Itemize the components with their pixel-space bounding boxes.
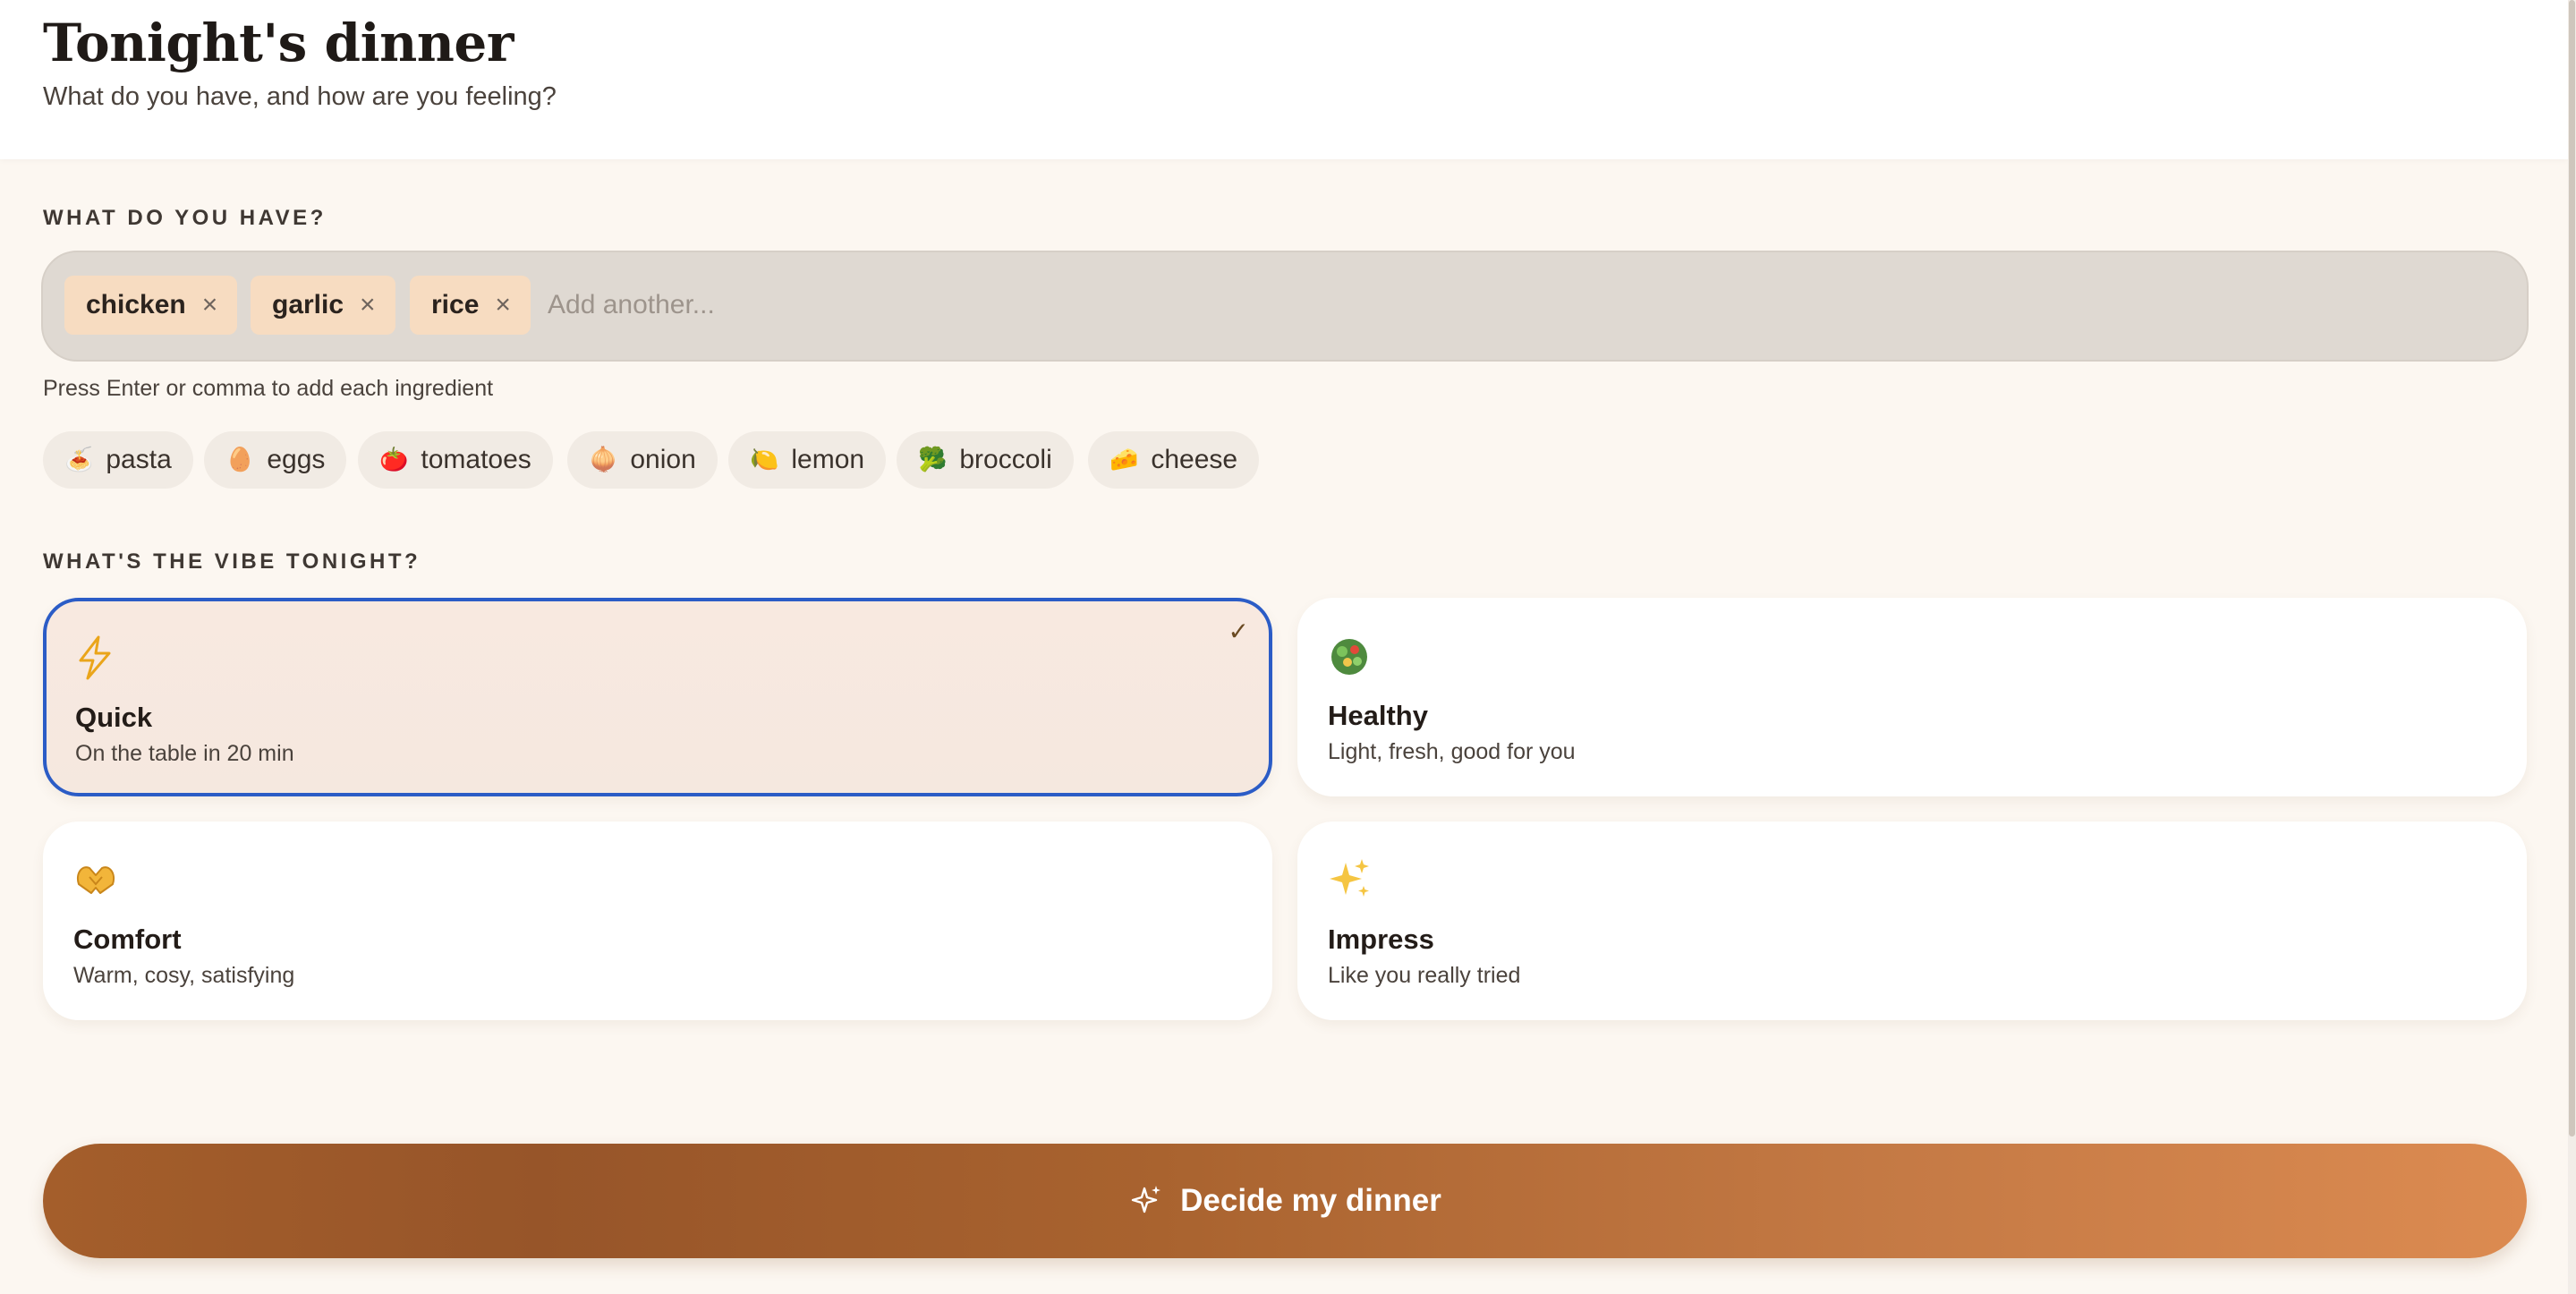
suggestion-label: broccoli — [959, 445, 1052, 474]
suggestion-chip-cheese[interactable]: 🧀 cheese — [1088, 431, 1260, 489]
dinner-app: Tonight's dinner What do you have, and h… — [0, 0, 2576, 1294]
egg-icon: 🥚 — [225, 447, 255, 473]
sparkles-icon — [1328, 857, 1373, 902]
decide-dinner-button[interactable]: Decide my dinner — [43, 1144, 2527, 1258]
onion-icon: 🧅 — [589, 447, 618, 473]
suggestion-chip-tomatoes[interactable]: 🍅 tomatoes — [358, 431, 553, 489]
vibe-title: Comfort — [73, 924, 182, 955]
vibe-card-comfort[interactable]: Comfort Warm, cosy, satisfying — [43, 822, 1272, 1020]
vibe-description: Warm, cosy, satisfying — [73, 963, 295, 988]
vibe-title: Impress — [1328, 924, 1434, 955]
ingredient-tag-rice: rice × — [410, 276, 531, 335]
suggestion-chip-lemon[interactable]: 🍋 lemon — [728, 431, 887, 489]
suggestion-chip-eggs[interactable]: 🥚 eggs — [204, 431, 347, 489]
remove-tag-close-icon[interactable]: × — [360, 292, 376, 319]
broccoli-icon: 🥦 — [918, 447, 948, 473]
vibe-description: Light, fresh, good for you — [1328, 739, 1576, 764]
ingredient-tag-chicken: chicken × — [64, 276, 238, 335]
vibe-card-impress[interactable]: Impress Like you really tried — [1297, 822, 2527, 1020]
remove-tag-close-icon[interactable]: × — [202, 292, 218, 319]
ingredient-hint: Press Enter or comma to add each ingredi… — [43, 376, 494, 401]
page-subtitle: What do you have, and how are you feelin… — [43, 82, 557, 111]
page-scrollbar[interactable] — [2568, 0, 2576, 1294]
suggestion-chip-broccoli[interactable]: 🥦 broccoli — [897, 431, 1074, 489]
cheese-icon: 🧀 — [1109, 447, 1139, 473]
vibe-card-healthy[interactable]: Healthy Light, fresh, good for you — [1297, 598, 2527, 796]
ingredient-tag-label: garlic — [272, 290, 344, 319]
ingredient-tag-label: chicken — [86, 290, 186, 319]
lightning-icon — [75, 635, 120, 680]
tomato-icon: 🍅 — [379, 447, 409, 473]
vibe-title: Healthy — [1328, 700, 1428, 731]
ingredient-input-box[interactable]: chicken × garlic × rice × — [41, 251, 2529, 362]
suggestion-chip-onion[interactable]: 🧅 onion — [567, 431, 718, 489]
scrollbar-thumb[interactable] — [2569, 0, 2575, 1137]
lemon-icon: 🍋 — [750, 447, 779, 473]
suggestion-chip-pasta[interactable]: 🍝 pasta — [43, 431, 193, 489]
checkmark-icon: ✓ — [1228, 617, 1249, 645]
suggestion-label: eggs — [267, 445, 326, 474]
sparkle-icon — [1131, 1186, 1161, 1213]
decide-button-label: Decide my dinner — [1180, 1183, 1441, 1218]
vibe-description: On the table in 20 min — [75, 741, 294, 766]
suggestion-label: tomatoes — [421, 445, 531, 474]
suggestion-label: lemon — [791, 445, 865, 474]
vibe-section-label: WHAT'S THE VIBE TONIGHT? — [43, 549, 421, 574]
ingredient-tag-garlic: garlic × — [251, 276, 395, 335]
vibe-title: Quick — [75, 702, 153, 733]
vibe-description: Like you really tried — [1328, 963, 1521, 988]
page-title: Tonight's dinner — [43, 13, 514, 73]
page-header: Tonight's dinner What do you have, and h… — [0, 0, 2568, 159]
suggestion-label: pasta — [106, 445, 172, 474]
vibe-card-quick[interactable]: Quick On the table in 20 min ✓ — [43, 598, 1272, 796]
remove-tag-close-icon[interactable]: × — [495, 292, 511, 319]
suggestion-label: onion — [630, 445, 696, 474]
heart-hands-icon — [73, 857, 118, 902]
add-ingredient-input[interactable] — [548, 276, 1621, 335]
suggestion-label: cheese — [1151, 445, 1238, 474]
ingredients-section-label: WHAT DO YOU HAVE? — [43, 206, 327, 230]
pasta-icon: 🍝 — [64, 447, 94, 473]
salad-icon — [1328, 634, 1373, 678]
ingredient-tag-label: rice — [431, 290, 480, 319]
